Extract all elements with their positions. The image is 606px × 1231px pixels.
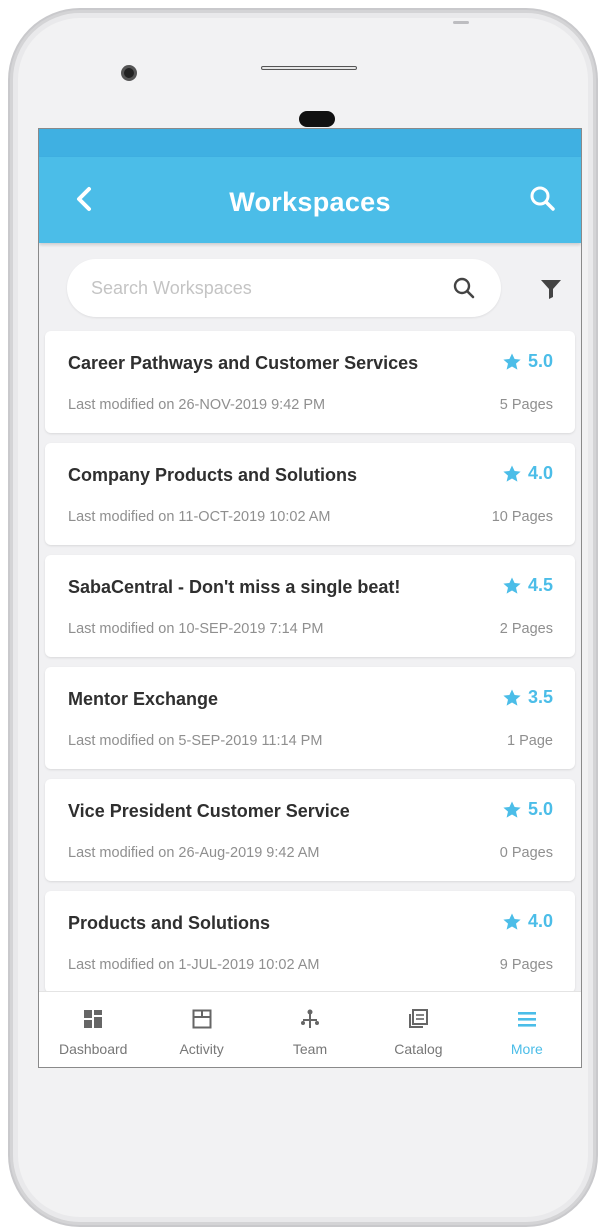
workspace-rating: 4.5	[502, 575, 553, 596]
team-icon	[299, 1008, 321, 1035]
search-icon[interactable]	[451, 275, 477, 301]
workspace-list: Career Pathways and Customer Services 5.…	[39, 331, 581, 993]
tab-more[interactable]: More	[473, 992, 581, 1067]
search-box	[67, 259, 501, 317]
workspace-page-count: 2 Pages	[499, 621, 553, 637]
star-icon	[503, 577, 521, 594]
search-input[interactable]	[67, 259, 427, 317]
rating-value: 3.5	[527, 687, 553, 707]
workspace-page-count: 1 Page	[507, 733, 553, 749]
workspace-rating: 4.0	[502, 463, 553, 484]
catalog-icon	[407, 1008, 429, 1035]
header-search-button[interactable]	[525, 181, 561, 217]
star-icon	[503, 353, 521, 370]
workspace-page-count: 0 Pages	[499, 845, 553, 861]
tab-label: Activity	[179, 1041, 224, 1057]
page-title: Workspaces	[229, 187, 391, 217]
tab-activity[interactable]: Activity	[147, 992, 255, 1067]
workspace-card[interactable]: Company Products and Solutions 4.0 Last …	[45, 443, 575, 545]
workspace-title: SabaCentral - Don't miss a single beat!	[68, 577, 401, 597]
tab-catalog[interactable]: Catalog	[364, 992, 472, 1067]
workspace-page-count: 10 Pages	[491, 509, 553, 525]
rating-value: 4.0	[527, 911, 553, 931]
workspace-title: Products and Solutions	[68, 913, 271, 933]
workspace-modified-date: Last modified on 26-Aug-2019 9:42 AM	[68, 845, 320, 861]
workspace-rating: 5.0	[502, 799, 553, 820]
workspace-rating: 5.0	[502, 351, 553, 372]
workspace-title: Mentor Exchange	[68, 689, 219, 709]
earpiece-speaker	[261, 66, 357, 70]
filter-icon	[541, 280, 561, 299]
workspace-title: Vice President Customer Service	[68, 801, 350, 821]
power-button	[453, 21, 469, 24]
bottom-tab-bar: Dashboard Activity Team Catalog More	[39, 991, 581, 1067]
app-bar: Workspaces	[39, 157, 581, 243]
workspace-modified-date: Last modified on 11-OCT-2019 10:02 AM	[68, 509, 331, 525]
workspace-card[interactable]: SabaCentral - Don't miss a single beat! …	[45, 555, 575, 657]
tab-label: Dashboard	[58, 1041, 128, 1057]
workspace-page-count: 9 Pages	[499, 957, 553, 973]
star-icon	[503, 801, 521, 818]
activity-icon	[191, 1008, 213, 1035]
workspace-card[interactable]: Mentor Exchange 3.5 Last modified on 5-S…	[45, 667, 575, 769]
filter-button[interactable]	[537, 275, 565, 303]
search-row	[39, 243, 581, 331]
rating-value: 4.5	[527, 575, 553, 595]
tab-team[interactable]: Team	[256, 992, 364, 1067]
workspace-card[interactable]: Vice President Customer Service 5.0 Last…	[45, 779, 575, 881]
rating-value: 5.0	[527, 351, 553, 371]
workspace-modified-date: Last modified on 26-NOV-2019 9:42 PM	[68, 397, 326, 413]
tab-dashboard[interactable]: Dashboard	[39, 992, 147, 1067]
workspace-title: Career Pathways and Customer Services	[68, 353, 419, 373]
proximity-sensor	[299, 111, 335, 127]
status-bar	[39, 129, 581, 157]
workspace-modified-date: Last modified on 5-SEP-2019 11:14 PM	[68, 733, 323, 749]
workspace-title: Company Products and Solutions	[68, 465, 358, 485]
workspace-modified-date: Last modified on 10-SEP-2019 7:14 PM	[68, 621, 324, 637]
workspace-modified-date: Last modified on 1-JUL-2019 10:02 AM	[68, 957, 320, 973]
tab-label: Catalog	[394, 1041, 443, 1057]
workspace-card[interactable]: Career Pathways and Customer Services 5.…	[45, 331, 575, 433]
workspace-card[interactable]: Products and Solutions 4.0 Last modified…	[45, 891, 575, 993]
tab-label: More	[510, 1041, 543, 1057]
star-icon	[503, 465, 521, 482]
menu-icon	[516, 1008, 538, 1035]
workspace-rating: 3.5	[502, 687, 553, 708]
search-icon	[530, 186, 555, 211]
workspace-rating: 4.0	[502, 911, 553, 932]
star-icon	[503, 913, 521, 930]
tab-label: Team	[292, 1041, 328, 1057]
workspace-page-count: 5 Pages	[499, 397, 553, 413]
front-camera	[121, 65, 137, 81]
star-icon	[503, 689, 521, 706]
dashboard-icon	[82, 1008, 104, 1035]
app-screen: Workspaces Career Pathways and Customer …	[38, 128, 582, 1068]
rating-value: 4.0	[527, 463, 553, 483]
rating-value: 5.0	[527, 799, 553, 819]
